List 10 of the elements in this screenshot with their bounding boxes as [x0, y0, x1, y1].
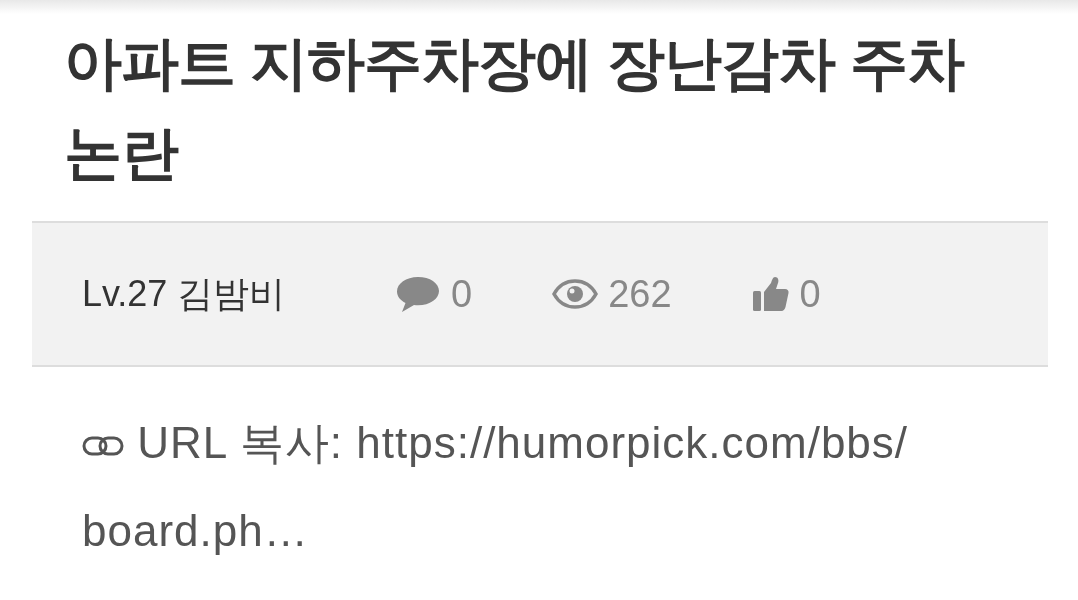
thumbs-up-icon — [751, 276, 790, 312]
url-copy-text[interactable]: URL 복사: https://humorpick.com/bbs/board.ph… — [82, 399, 918, 575]
speech-bubble-icon — [395, 274, 441, 314]
author-name[interactable]: Lv.27 김밤비 — [82, 269, 395, 319]
likes-count: 0 — [799, 272, 821, 316]
eye-icon — [552, 279, 599, 309]
views-count: 262 — [608, 272, 672, 316]
post-title: 아파트 지하주차장에 장난감차 주차 논란 — [64, 29, 966, 187]
comments-count: 0 — [451, 272, 473, 316]
link-icon — [82, 435, 124, 458]
